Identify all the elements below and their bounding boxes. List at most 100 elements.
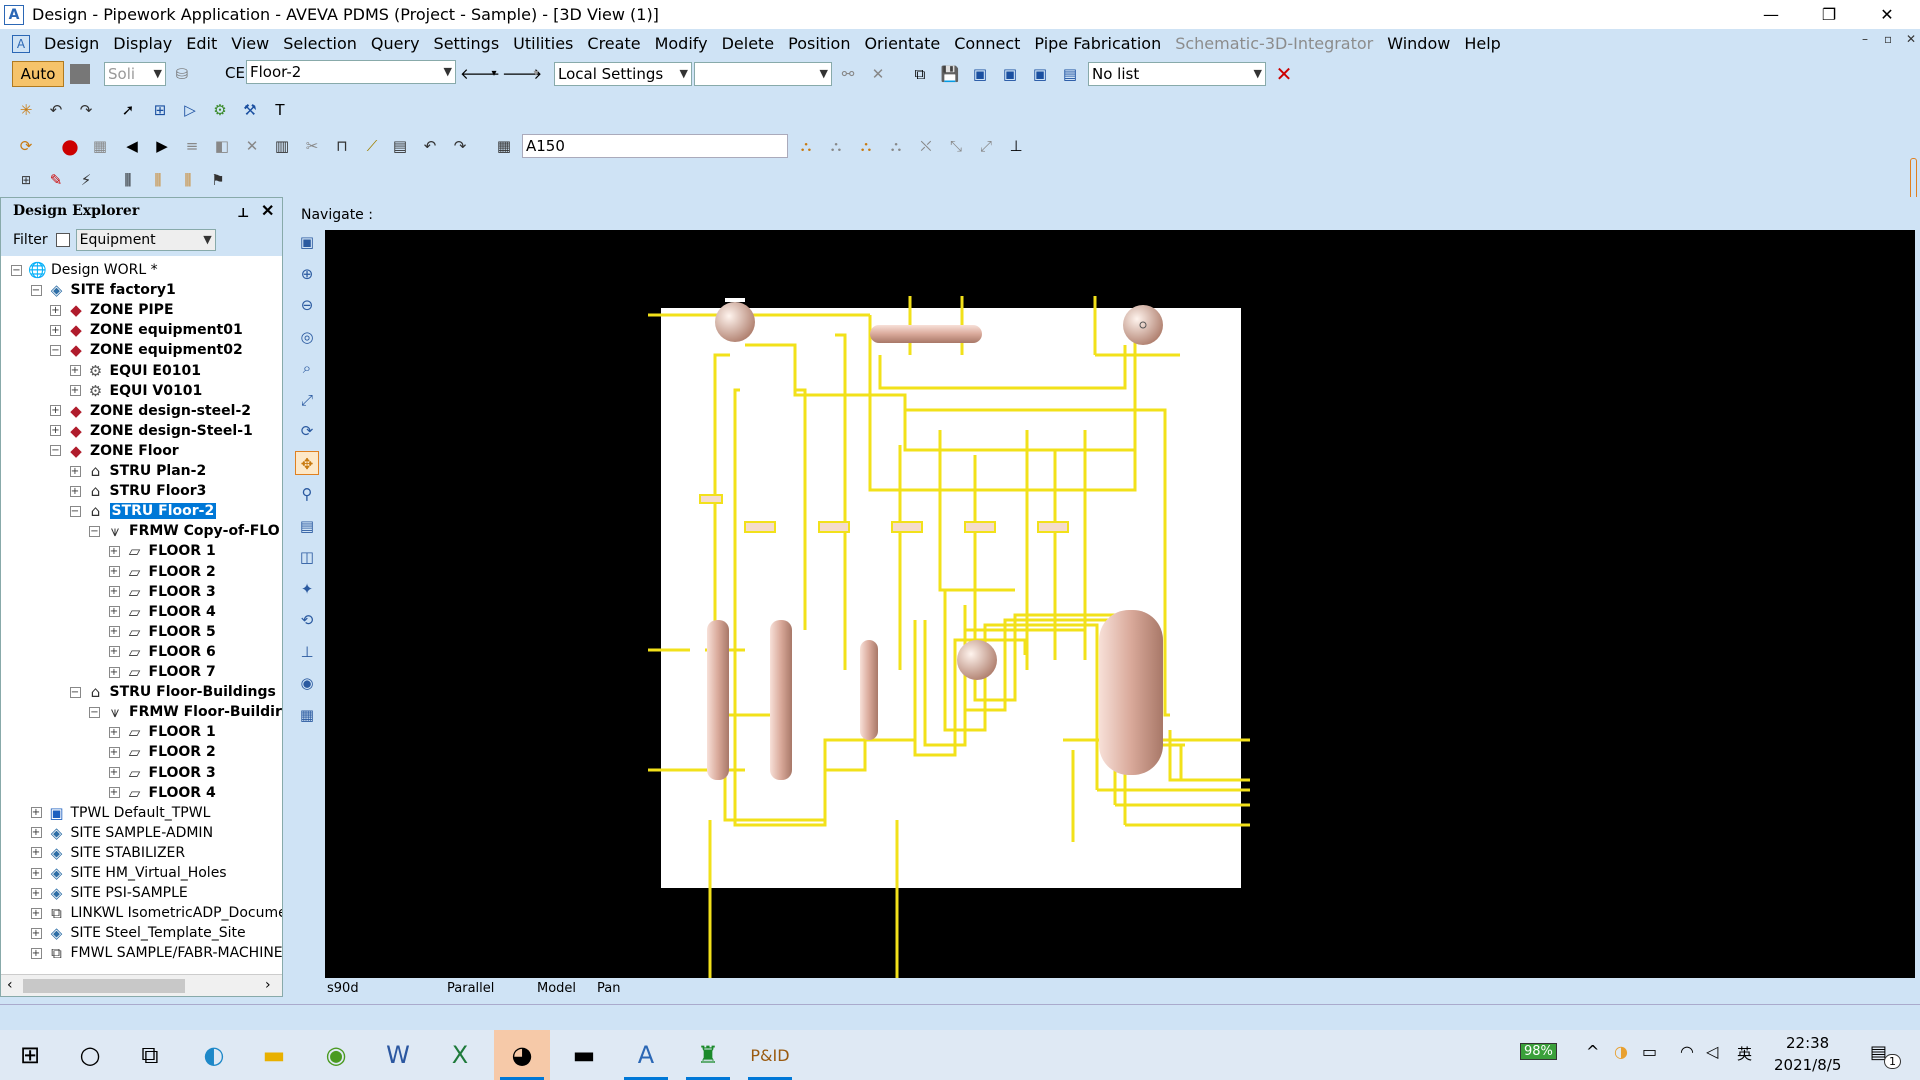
misc-tool-4-icon[interactable]: ⫼	[116, 168, 140, 192]
menu-delete[interactable]: Delete	[722, 34, 775, 53]
text-tool-icon[interactable]: T	[268, 98, 292, 122]
view-icon-1[interactable]: ▣	[968, 62, 992, 86]
expand-icon[interactable]: +	[30, 907, 42, 919]
view-icon-2[interactable]: ▣	[998, 62, 1022, 86]
cross-icon[interactable]: ✕	[240, 134, 264, 158]
forward-dropdown-icon[interactable]: ▾	[524, 62, 548, 86]
mdi-close-icon[interactable]: ✕	[1906, 32, 1916, 46]
tree-node[interactable]: + ⧉ LINKWL IsometricADP_Docume	[30, 903, 282, 923]
mdi-minimize-icon[interactable]: –	[1862, 32, 1868, 46]
clock-date[interactable]: 2021/8/5	[1774, 1056, 1841, 1074]
table-icon[interactable]: ▥	[270, 134, 294, 158]
scroll-right-icon[interactable]: ›	[265, 977, 271, 993]
grid-icon[interactable]: ▤	[388, 134, 412, 158]
menu-selection[interactable]: Selection	[283, 34, 357, 53]
tree-node[interactable]: + ▱ FLOOR 7	[108, 662, 216, 682]
collapse-icon[interactable]: −	[50, 445, 61, 457]
tree-node[interactable]: + ◈ SITE HM_Virtual_Holes	[30, 863, 227, 883]
expand-icon[interactable]: +	[108, 586, 120, 598]
ime-indicator[interactable]: 英	[1737, 1043, 1752, 1064]
binoculars-icon[interactable]: ⚯	[836, 62, 860, 86]
expand-icon[interactable]: +	[108, 646, 120, 658]
cylinder-icon[interactable]: ⛁	[170, 62, 194, 86]
battery-icon[interactable]: ▭	[1642, 1042, 1657, 1061]
app-green-icon[interactable]: ◉	[308, 1030, 364, 1080]
scroll-thumb[interactable]	[23, 979, 185, 993]
refresh-icon[interactable]: ⟳	[14, 134, 38, 158]
tree-node[interactable]: − ⩛ FRMW Floor-Buildir	[89, 702, 282, 722]
menu-design[interactable]: Design	[44, 34, 99, 53]
expand-icon[interactable]: +	[50, 405, 61, 417]
color-swatch-icon[interactable]	[70, 64, 90, 84]
tray-app-icon[interactable]: ◑	[1614, 1042, 1628, 1061]
zoom-extents-icon[interactable]: ⤢	[295, 388, 319, 412]
pin-icon[interactable]: ⊥	[237, 201, 249, 227]
mdi-restore-icon[interactable]: ▫	[1884, 32, 1892, 46]
tree-node[interactable]: − ⌂ STRU Floor-Buildings	[69, 682, 276, 702]
menu-schematic-3d-integrator[interactable]: Schematic-3D-Integrator	[1175, 34, 1373, 53]
misc-tool-6-icon[interactable]: ⫼	[176, 168, 200, 192]
tree-node[interactable]: + ▣ TPWL Default_TPWL	[30, 803, 210, 823]
cut-icon[interactable]: ✂	[300, 134, 324, 158]
search-icon[interactable]: ○	[62, 1030, 118, 1080]
tree-node[interactable]: + ▱ FLOOR 6	[108, 642, 216, 662]
tree-node[interactable]: − 🌐 Design WORL *	[11, 260, 158, 280]
auto-button[interactable]: Auto	[12, 61, 64, 87]
expand-icon[interactable]: +	[108, 726, 120, 738]
menu-view[interactable]: View	[231, 34, 269, 53]
undo-icon[interactable]: ↶	[44, 98, 68, 122]
zoom-window-icon[interactable]: ⌕	[295, 356, 319, 380]
forward-arrow-icon[interactable]: 🡒	[502, 62, 542, 86]
list-icon[interactable]: ▤	[1058, 62, 1082, 86]
collapse-icon[interactable]: −	[89, 706, 100, 718]
undo-pipe-icon[interactable]: ↶	[418, 134, 442, 158]
word-icon[interactable]: W	[370, 1030, 426, 1080]
tree-node[interactable]: + ▱ FLOOR 3	[108, 763, 216, 783]
start-icon[interactable]: ⊞	[2, 1030, 58, 1080]
select-pointer-icon[interactable]: ➚	[116, 98, 140, 122]
menu-create[interactable]: Create	[587, 34, 640, 53]
menu-query[interactable]: Query	[371, 34, 420, 53]
refresh-icon[interactable]: ⟲	[295, 608, 319, 632]
view-icon-3[interactable]: ▣	[1028, 62, 1052, 86]
expand-icon[interactable]: +	[108, 767, 120, 778]
align-icon[interactable]: ≡	[180, 134, 204, 158]
volume-icon[interactable]: ◁	[1706, 1042, 1718, 1061]
expand-icon[interactable]: +	[30, 847, 42, 859]
pipe-tool-5-icon[interactable]: ⛌	[914, 134, 938, 158]
tree-node[interactable]: + ▱ FLOOR 1	[108, 722, 216, 742]
aveva-icon[interactable]: A	[618, 1030, 674, 1080]
tree-node[interactable]: + ▱ FLOOR 2	[108, 742, 216, 762]
tree-node[interactable]: + ◈ SITE SAMPLE-ADMIN	[30, 823, 213, 843]
tree-node[interactable]: + ◆ ZONE design-steel-2	[50, 401, 251, 421]
route-icon[interactable]: ⟋	[360, 134, 384, 158]
menu-pipe-fabrication[interactable]: Pipe Fabrication	[1034, 34, 1161, 53]
expand-icon[interactable]: +	[69, 465, 81, 477]
expand-icon[interactable]: +	[69, 385, 81, 397]
expand-icon[interactable]: +	[30, 947, 42, 959]
stop-icon[interactable]: ●	[58, 134, 82, 158]
expand-icon[interactable]: +	[30, 927, 42, 939]
misc-tool-2-icon[interactable]: ✎	[44, 168, 68, 192]
collapse-icon[interactable]: −	[89, 525, 100, 537]
back-arrow-icon[interactable]: 🡐	[460, 62, 500, 86]
menu-utilities[interactable]: Utilities	[513, 34, 573, 53]
walk-icon[interactable]: ⚲	[295, 482, 319, 506]
mdi-app-icon[interactable]: A	[12, 34, 30, 53]
minimize-button[interactable]: —	[1742, 0, 1800, 29]
redo-pipe-icon[interactable]: ↷	[448, 134, 472, 158]
expand-icon[interactable]: +	[108, 626, 120, 638]
tree-node[interactable]: − ◆ ZONE equipment02	[50, 340, 243, 360]
previous-icon[interactable]: ◀	[120, 134, 144, 158]
axes-icon[interactable]: ⊥	[295, 640, 319, 664]
network-icon[interactable]: ⚙	[208, 98, 232, 122]
pid-icon[interactable]: P&ID	[742, 1030, 798, 1080]
expand-icon[interactable]: +	[108, 566, 120, 577]
expand-icon[interactable]: +	[108, 545, 120, 557]
explorer-hscrollbar[interactable]: ‹ ›	[1, 974, 282, 996]
collapse-icon[interactable]: −	[69, 686, 81, 698]
expand-icon[interactable]: +	[50, 425, 61, 437]
tree-node[interactable]: + ◆ ZONE PIPE	[50, 300, 174, 320]
orbit-icon[interactable]: ◎	[295, 325, 319, 349]
app-active-icon[interactable]: ◕	[494, 1030, 550, 1080]
